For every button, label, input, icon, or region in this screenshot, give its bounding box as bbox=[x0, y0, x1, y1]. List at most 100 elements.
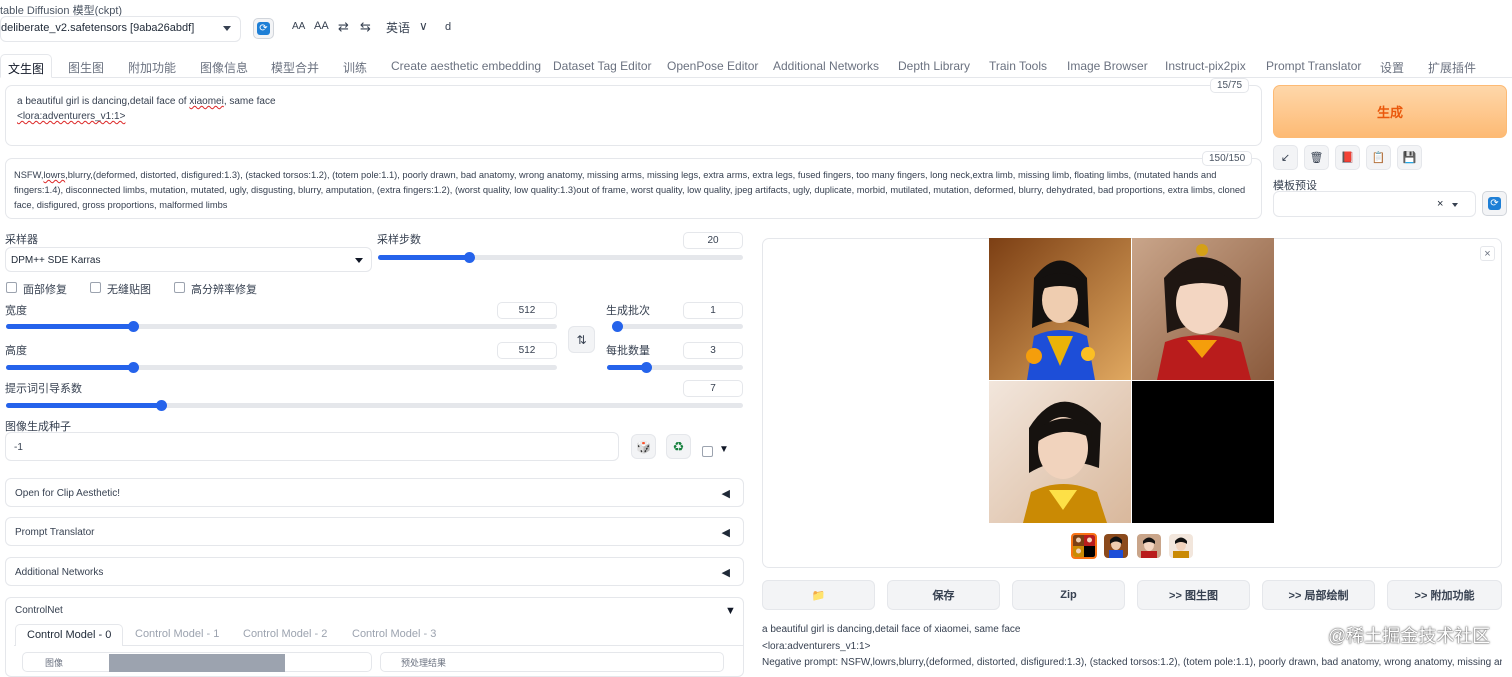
extra-seed-caret-icon[interactable]: ▼ bbox=[719, 444, 729, 455]
read-params-icon[interactable]: ↙ bbox=[1273, 145, 1298, 170]
batch-size-input[interactable]: 3 bbox=[683, 342, 743, 359]
tab-instruct-pix2pix[interactable]: Instruct-pix2pix bbox=[1165, 54, 1246, 78]
expand-arrow-icon[interactable]: ▼ bbox=[725, 605, 736, 617]
clipboard-icon[interactable]: 📋 bbox=[1366, 145, 1391, 170]
font-large-button[interactable]: AA bbox=[314, 20, 329, 32]
prompt-misspelled-word: xiaomei bbox=[189, 96, 224, 107]
tab-train-tools[interactable]: Train Tools bbox=[989, 54, 1047, 78]
accordion-clip-aesthetic[interactable]: Open for Clip Aesthetic! ◀ bbox=[5, 478, 744, 507]
swap-alt-icon[interactable]: ⇆ bbox=[360, 19, 371, 35]
save-button[interactable]: 保存 bbox=[887, 580, 1000, 610]
tab-extensions[interactable]: 扩展插件 bbox=[1428, 54, 1476, 78]
collapse-arrow-icon[interactable]: ◀ bbox=[722, 487, 730, 500]
collapse-arrow-icon[interactable]: ◀ bbox=[722, 566, 730, 579]
collapse-arrow-icon[interactable]: ◀ bbox=[722, 526, 730, 539]
tab-extras[interactable]: 附加功能 bbox=[128, 54, 176, 78]
send-to-img2img-button[interactable]: >> 图生图 bbox=[1137, 580, 1250, 610]
width-slider[interactable] bbox=[6, 321, 557, 332]
tab-depth-library[interactable]: Depth Library bbox=[898, 54, 970, 78]
seed-input[interactable]: -1 bbox=[5, 432, 619, 461]
close-icon[interactable]: × bbox=[1480, 246, 1495, 261]
thumbnail-grid[interactable] bbox=[1071, 533, 1097, 559]
trash-icon[interactable]: 🗑 bbox=[1304, 145, 1329, 170]
thumbnail-3[interactable] bbox=[1169, 534, 1193, 558]
accordion-label: Additional Networks bbox=[15, 567, 104, 578]
tab-control-model-2[interactable]: Control Model - 2 bbox=[243, 624, 327, 646]
batch-count-input[interactable]: 1 bbox=[683, 302, 743, 319]
output-image-1[interactable] bbox=[989, 238, 1131, 380]
tab-openpose-editor[interactable]: OpenPose Editor bbox=[667, 54, 758, 78]
hires-fix-checkbox[interactable] bbox=[174, 282, 185, 293]
send-to-inpaint-button[interactable]: >> 局部绘制 bbox=[1262, 580, 1375, 610]
negative-prompt-textarea[interactable]: NSFW,lowrs,blurry,(deformed, distorted, … bbox=[5, 158, 1262, 219]
cfg-scale-slider[interactable] bbox=[6, 400, 743, 411]
tab-dataset-tag-editor[interactable]: Dataset Tag Editor bbox=[553, 54, 652, 78]
tab-txt2img[interactable]: 文生图 bbox=[0, 54, 53, 78]
width-label: 宽度 bbox=[5, 305, 27, 317]
open-folder-button[interactable]: 📁 bbox=[762, 580, 875, 610]
language-chevron-icon[interactable]: ∨ bbox=[419, 19, 428, 33]
accordion-additional-networks[interactable]: Additional Networks ◀ bbox=[5, 557, 744, 586]
output-image-grid[interactable] bbox=[989, 238, 1274, 523]
tab-control-model-3[interactable]: Control Model - 3 bbox=[352, 624, 436, 646]
tab-image-browser[interactable]: Image Browser bbox=[1067, 54, 1148, 78]
tab-control-model-1[interactable]: Control Model - 1 bbox=[135, 624, 219, 646]
thumbnail-1[interactable] bbox=[1104, 534, 1128, 558]
tab-png-info[interactable]: 图像信息 bbox=[200, 54, 248, 78]
controlnet-title[interactable]: ControlNet bbox=[15, 605, 63, 616]
slider-handle[interactable] bbox=[127, 362, 139, 373]
extra-seed-checkbox[interactable] bbox=[702, 446, 713, 457]
refresh-styles-button[interactable]: ⟳ bbox=[1482, 191, 1507, 216]
slider-handle[interactable] bbox=[641, 362, 653, 373]
tab-aesthetic-embedding[interactable]: Create aesthetic embedding bbox=[391, 54, 541, 78]
thumbnail-2[interactable] bbox=[1137, 534, 1161, 558]
font-small-button[interactable]: AA bbox=[292, 21, 305, 32]
generate-button[interactable]: 生成 bbox=[1273, 85, 1507, 138]
d-label: d bbox=[445, 21, 452, 33]
extra-networks-icon[interactable]: 📕 bbox=[1335, 145, 1360, 170]
save-style-icon[interactable]: 💾 bbox=[1397, 145, 1422, 170]
slider-handle[interactable] bbox=[127, 321, 139, 332]
output-image-3[interactable] bbox=[989, 381, 1131, 523]
slider-handle[interactable] bbox=[464, 252, 476, 263]
clear-icon[interactable]: × bbox=[1437, 198, 1443, 210]
face-restore-checkbox[interactable] bbox=[6, 282, 17, 293]
tab-checkpoint-merger[interactable]: 模型合并 bbox=[271, 54, 319, 78]
tab-train[interactable]: 训练 bbox=[343, 54, 367, 78]
steps-slider[interactable] bbox=[378, 252, 743, 263]
language-label[interactable]: 英语 bbox=[386, 19, 410, 36]
width-input[interactable]: 512 bbox=[497, 302, 557, 319]
random-seed-button[interactable]: 🎲 bbox=[631, 434, 656, 459]
send-to-extras-button[interactable]: >> 附加功能 bbox=[1387, 580, 1502, 610]
tiling-checkbox[interactable] bbox=[90, 282, 101, 293]
slider-handle[interactable] bbox=[155, 400, 167, 411]
checkpoint-select[interactable]: deliberate_v2.safetensors [9aba26abdf] bbox=[0, 16, 241, 42]
tab-control-model-0[interactable]: Control Model - 0 bbox=[15, 624, 124, 646]
accordion-prompt-translator[interactable]: Prompt Translator ◀ bbox=[5, 517, 744, 546]
tab-additional-networks[interactable]: Additional Networks bbox=[773, 54, 879, 78]
height-input[interactable]: 512 bbox=[497, 342, 557, 359]
cfg-scale-input[interactable]: 7 bbox=[683, 380, 743, 397]
batch-count-slider[interactable] bbox=[612, 321, 743, 332]
output-image-2[interactable] bbox=[1132, 238, 1274, 380]
sampler-select[interactable]: DPM++ SDE Karras bbox=[5, 247, 372, 272]
zip-button[interactable]: Zip bbox=[1012, 580, 1125, 610]
tab-settings[interactable]: 设置 bbox=[1380, 54, 1404, 78]
batch-size-label: 每批数量 bbox=[606, 345, 650, 357]
tiling-label: 无缝贴图 bbox=[107, 284, 151, 296]
tab-prompt-translator[interactable]: Prompt Translator bbox=[1266, 54, 1361, 78]
reuse-seed-button[interactable]: ♻ bbox=[666, 434, 691, 459]
batch-count-label: 生成批次 bbox=[606, 305, 650, 317]
slider-handle[interactable] bbox=[612, 321, 623, 332]
refresh-checkpoint-button[interactable]: ⟳ bbox=[253, 18, 274, 39]
swap-dimensions-button[interactable]: ⇅ bbox=[568, 326, 595, 353]
batch-size-slider[interactable] bbox=[607, 362, 743, 373]
swap-icon[interactable]: ⇄ bbox=[338, 19, 349, 35]
tab-img2img[interactable]: 图生图 bbox=[68, 54, 104, 78]
height-slider[interactable] bbox=[6, 362, 557, 373]
main-tabs: 文生图 图生图 附加功能 图像信息 模型合并 训练 Create aesthet… bbox=[0, 54, 1512, 78]
controlnet-image-box[interactable]: 图像 bbox=[22, 652, 372, 672]
prompt-textarea[interactable]: a beautiful girl is dancing,detail face … bbox=[5, 85, 1262, 146]
styles-select[interactable]: × bbox=[1273, 191, 1476, 217]
steps-input[interactable]: 20 bbox=[683, 232, 743, 249]
